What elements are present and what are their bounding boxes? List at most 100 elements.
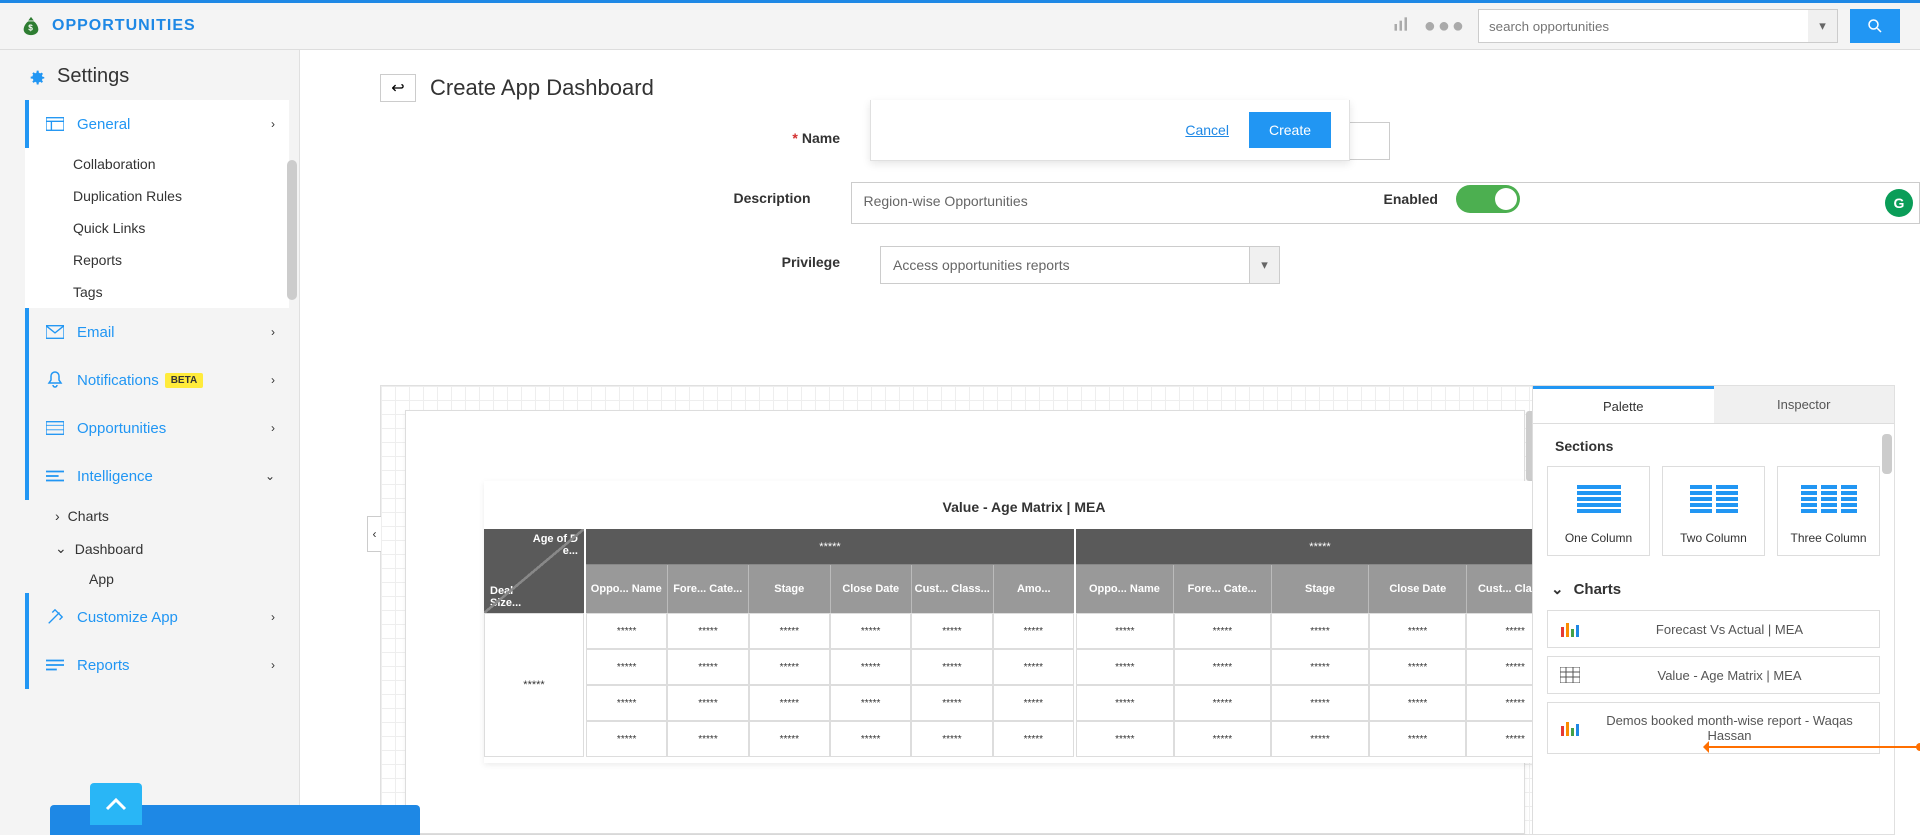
row-header: ***** xyxy=(484,613,584,757)
back-button[interactable]: ↩ xyxy=(380,74,416,102)
create-button[interactable]: Create xyxy=(1249,112,1331,148)
data-cell: ***** xyxy=(749,613,830,649)
data-cell: ***** xyxy=(586,649,667,685)
col-header: Fore... Cate... xyxy=(1173,565,1271,613)
sidebar-intel-charts[interactable]: ›Charts xyxy=(25,500,289,532)
privilege-label: Privilege xyxy=(640,246,880,270)
chevron-down-icon: ⌄ xyxy=(1551,580,1564,598)
sidebar-sub-collaboration[interactable]: Collaboration xyxy=(25,148,289,180)
col-group-header: ***** xyxy=(1076,529,1564,565)
action-bar: Cancel Create xyxy=(870,100,1350,161)
grammarly-icon[interactable]: G xyxy=(1885,189,1913,217)
sidebar-item-opportunities[interactable]: Opportunities › xyxy=(25,404,289,452)
data-cell: ***** xyxy=(993,685,1074,721)
collapse-handle[interactable]: ‹ xyxy=(367,516,381,552)
data-cell: ***** xyxy=(1076,613,1174,649)
data-cell: ***** xyxy=(1369,613,1467,649)
sidebar-item-label: General xyxy=(77,116,130,133)
charts-section-header[interactable]: ⌄ Charts xyxy=(1551,580,1880,598)
sidebar-item-label: Reports xyxy=(77,657,130,674)
bell-icon xyxy=(43,371,67,389)
more-icon[interactable]: ●●● xyxy=(1424,15,1466,38)
tab-inspector[interactable]: Inspector xyxy=(1714,386,1895,423)
data-cell: ***** xyxy=(1369,685,1467,721)
main-area: Cancel Create ↩ Create App Dashboard *Na… xyxy=(300,50,1920,835)
data-cell: ***** xyxy=(1076,721,1174,757)
sidebar-sub-duplication[interactable]: Duplication Rules xyxy=(25,180,289,212)
sidebar-sub-tags[interactable]: Tags xyxy=(25,276,289,308)
sidebar-item-reports[interactable]: Reports › xyxy=(25,641,289,689)
settings-heading: Settings xyxy=(25,65,289,88)
data-cell: ***** xyxy=(667,649,748,685)
col-header: Oppo... Name xyxy=(586,565,667,613)
palette-panel: Palette Inspector Sections One Column xyxy=(1532,386,1894,834)
sidebar-item-notifications[interactable]: Notifications BETA › xyxy=(25,356,289,404)
search-icon xyxy=(1866,17,1884,35)
sidebar-item-general[interactable]: General › xyxy=(25,100,289,148)
dashboard-canvas[interactable]: Value - Age Matrix | MEA Age of D e... D… xyxy=(405,410,1525,834)
sidebar-item-label: Intelligence xyxy=(77,468,153,485)
data-cell: ***** xyxy=(993,613,1074,649)
enabled-label: Enabled xyxy=(1384,191,1438,207)
sidebar-sub-quicklinks[interactable]: Quick Links xyxy=(25,212,289,244)
col-header: Amo... xyxy=(993,565,1075,613)
chevron-right-icon: › xyxy=(271,421,275,435)
gear-icon xyxy=(25,66,47,88)
chart-widget[interactable]: Value - Age Matrix | MEA Age of D e... D… xyxy=(484,481,1564,763)
data-cell: ***** xyxy=(749,685,830,721)
barchart-icon xyxy=(1560,621,1580,637)
brand-label: OPPORTUNITIES xyxy=(52,17,196,35)
layout-one-column[interactable]: One Column xyxy=(1547,466,1650,556)
data-cell: ***** xyxy=(1271,685,1369,721)
data-cell: ***** xyxy=(830,649,911,685)
search-dropdown[interactable]: ▾ xyxy=(1808,9,1838,43)
col-header: Close Date xyxy=(1368,565,1466,613)
svg-text:$: $ xyxy=(28,24,34,33)
sidebar-sub-reports[interactable]: Reports xyxy=(25,244,289,276)
page-title: Create App Dashboard xyxy=(430,75,654,101)
sidebar-item-intelligence[interactable]: Intelligence ⌄ xyxy=(25,452,289,500)
sidebar-intel-dashboard-app[interactable]: App xyxy=(25,565,289,593)
chevron-right-icon: › xyxy=(271,610,275,624)
chevron-right-icon: › xyxy=(271,117,275,131)
data-cell: ***** xyxy=(1271,649,1369,685)
tools-icon xyxy=(43,608,67,626)
data-cell: ***** xyxy=(1271,613,1369,649)
description-label: Description xyxy=(640,182,851,206)
sidebar-item-customize[interactable]: Customize App › xyxy=(25,593,289,641)
data-cell: ***** xyxy=(1174,649,1272,685)
privilege-select[interactable]: Access opportunities reports ▾ xyxy=(880,246,1280,284)
cancel-link[interactable]: Cancel xyxy=(1185,122,1229,138)
expand-arrow-button[interactable] xyxy=(90,783,142,825)
col-header: Oppo... Name xyxy=(1076,565,1173,613)
design-canvas: ‹ Value - Age Matrix | MEA Age of D e...… xyxy=(380,385,1895,835)
layout-three-column[interactable]: Three Column xyxy=(1777,466,1880,556)
search-input[interactable] xyxy=(1478,9,1808,43)
palette-scrollbar[interactable] xyxy=(1882,434,1892,474)
data-cell: ***** xyxy=(667,613,748,649)
data-cell: ***** xyxy=(911,721,992,757)
col-header: Stage xyxy=(1271,565,1369,613)
data-cell: ***** xyxy=(667,721,748,757)
mail-icon xyxy=(43,325,67,339)
settings-label: Settings xyxy=(57,65,129,88)
report-icon xyxy=(43,658,67,672)
search-button[interactable] xyxy=(1850,9,1900,43)
chevron-up-icon xyxy=(105,797,127,811)
sidebar-item-label: Notifications xyxy=(77,372,159,389)
col-header: Stage xyxy=(748,565,830,613)
chart-item-forecast[interactable]: Forecast Vs Actual | MEA xyxy=(1547,610,1880,648)
tab-palette[interactable]: Palette xyxy=(1533,386,1714,423)
chart-icon[interactable] xyxy=(1392,14,1412,39)
data-cell: ***** xyxy=(993,649,1074,685)
sidebar-intel-dashboard[interactable]: ⌄Dashboard xyxy=(25,532,289,565)
enabled-toggle[interactable] xyxy=(1456,185,1520,213)
layout-two-column[interactable]: Two Column xyxy=(1662,466,1765,556)
data-cell: ***** xyxy=(586,613,667,649)
grid-icon xyxy=(1560,667,1580,683)
scrollbar-thumb[interactable] xyxy=(287,160,297,300)
data-cell: ***** xyxy=(911,613,992,649)
data-cell: ***** xyxy=(1174,721,1272,757)
sidebar-item-email[interactable]: Email › xyxy=(25,308,289,356)
chart-item-matrix[interactable]: Value - Age Matrix | MEA xyxy=(1547,656,1880,694)
